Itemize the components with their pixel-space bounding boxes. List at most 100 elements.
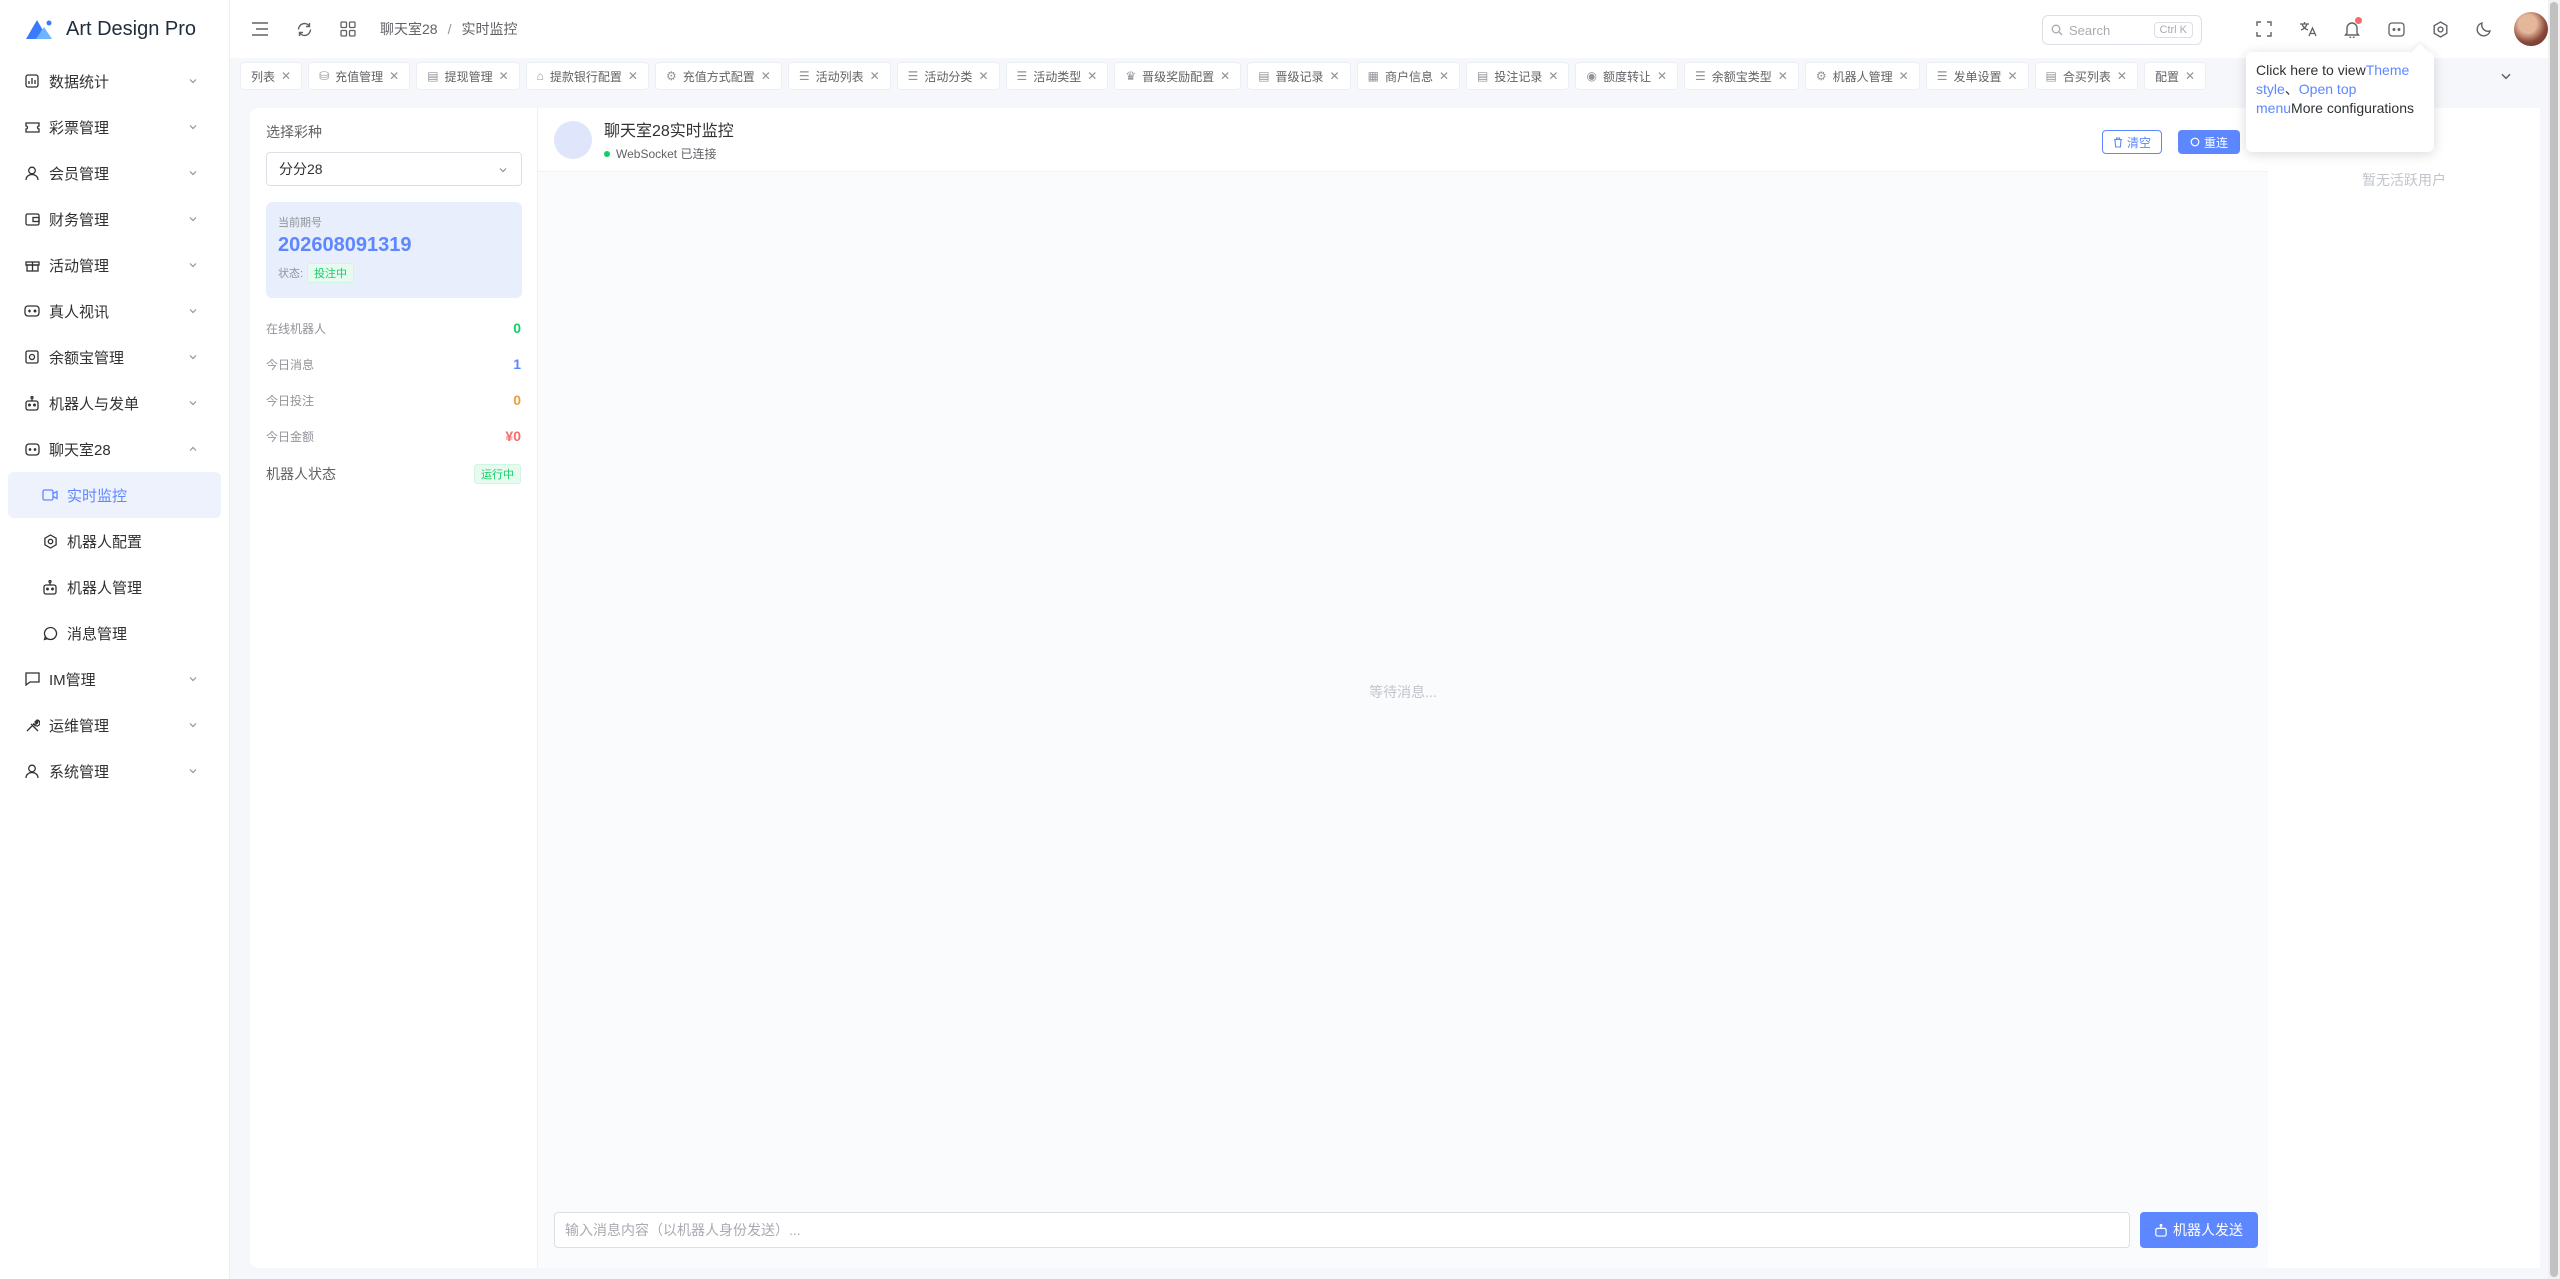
robot-status-label: 机器人状态 xyxy=(266,466,336,482)
moon-icon xyxy=(2476,21,2492,37)
sidebar-item-chatroom28[interactable]: 聊天室28 xyxy=(8,426,221,472)
tab-item[interactable]: ☰ 活动分类 ✕ xyxy=(896,62,1000,90)
refresh-button[interactable] xyxy=(282,7,326,51)
sidebar-item-message-manage[interactable]: 消息管理 xyxy=(8,610,221,656)
tab-item[interactable]: ☰ 发单设置 ✕ xyxy=(1925,62,2029,90)
sidebar-item-im[interactable]: IM管理 xyxy=(8,656,221,702)
tabs-more-button[interactable] xyxy=(2492,62,2520,90)
close-icon[interactable]: ✕ xyxy=(1778,69,1788,83)
chat-icon xyxy=(24,441,40,457)
user-avatar[interactable] xyxy=(2514,12,2548,46)
apps-button[interactable] xyxy=(326,7,370,51)
sidebar-item-label: 实时监控 xyxy=(67,487,128,505)
sidebar-item-lottery[interactable]: 彩票管理 xyxy=(8,104,221,150)
chevron-down-icon xyxy=(189,79,197,84)
connected-dot-icon xyxy=(604,150,610,157)
tab-item[interactable]: 配置 ✕ xyxy=(2143,62,2207,90)
clear-label: 清空 xyxy=(2127,135,2152,150)
menu-toggle-button[interactable] xyxy=(238,7,282,51)
reconnect-button[interactable]: 重连 xyxy=(2178,130,2241,154)
sidebar-item-system[interactable]: 系统管理 xyxy=(8,748,221,794)
lottery-select[interactable]: 分分28 xyxy=(266,152,522,186)
breadcrumb-item[interactable]: 聊天室28 xyxy=(380,19,438,39)
tab-item[interactable]: ⚙ 充值方式配置 ✕ xyxy=(654,62,782,90)
tab-icon: ▤ xyxy=(1258,69,1270,83)
close-icon[interactable]: ✕ xyxy=(1087,69,1097,83)
close-icon[interactable]: ✕ xyxy=(628,69,638,83)
sidebar-item-robot-manage[interactable]: 机器人管理 xyxy=(8,564,221,610)
close-icon[interactable]: ✕ xyxy=(761,69,771,83)
close-icon[interactable]: ✕ xyxy=(1439,69,1449,83)
lottery-select-value: 分分28 xyxy=(279,161,323,177)
grid-icon xyxy=(340,21,356,37)
sidebar-item-robot-config[interactable]: 机器人配置 xyxy=(8,518,221,564)
clear-button[interactable]: 清空 xyxy=(2102,130,2163,154)
close-icon[interactable]: ✕ xyxy=(389,69,399,83)
sidebar-item-stats[interactable]: 数据统计 xyxy=(8,58,221,104)
tab-item[interactable]: ☰ 活动列表 ✕ xyxy=(787,62,891,90)
tabs-bar: 列表 ✕ ⛁ 充值管理 ✕ ▤ 提现管理 ✕ ⌂ 提款银行配置 ✕ ⚙ 充值方式配置 ✕ ☰ 活动列表 ✕ ☰ 活动… xyxy=(230,58,2560,94)
fullscreen-button[interactable] xyxy=(2242,7,2286,51)
sidebar-item-ops[interactable]: 运维管理 xyxy=(8,702,221,748)
tab-item[interactable]: ⌂ 提款银行配置 ✕ xyxy=(525,62,649,90)
close-icon[interactable]: ✕ xyxy=(1657,69,1667,83)
tab-icon: ◉ xyxy=(1586,69,1597,83)
close-icon[interactable]: ✕ xyxy=(2117,69,2127,83)
tab-item[interactable]: ▤ 合买列表 ✕ xyxy=(2034,62,2138,90)
settings-button[interactable] xyxy=(2418,7,2462,51)
message-input[interactable] xyxy=(554,1212,2130,1248)
tab-item[interactable]: ▤ 投注记录 ✕ xyxy=(1466,62,1570,90)
close-icon[interactable]: ✕ xyxy=(978,69,988,83)
close-icon[interactable]: ✕ xyxy=(1548,69,1558,83)
sidebar-item-members[interactable]: 会员管理 xyxy=(8,150,221,196)
page-scrollbar[interactable] xyxy=(2548,0,2560,1279)
chevron-down-icon xyxy=(189,171,197,176)
chat-button[interactable] xyxy=(2374,7,2418,51)
menu-fold-icon xyxy=(252,22,268,36)
close-icon[interactable]: ✕ xyxy=(1220,69,1230,83)
sidebar-item-robots-orders[interactable]: 机器人与发单 xyxy=(8,380,221,426)
tab-item[interactable]: ⚙ 机器人管理 ✕ xyxy=(1804,62,1920,90)
sidebar-item-balance-treasure[interactable]: 余额宝管理 xyxy=(8,334,221,380)
tab-item[interactable]: ☰ 活动类型 ✕ xyxy=(1005,62,1109,90)
status-label: 状态: xyxy=(278,268,304,280)
scrollbar-thumb[interactable] xyxy=(2550,2,2558,1277)
dark-mode-button[interactable] xyxy=(2462,7,2506,51)
sidebar-item-activities[interactable]: 活动管理 xyxy=(8,242,221,288)
gamepad-icon xyxy=(24,303,40,319)
robot-send-button[interactable]: 机器人发送 xyxy=(2140,1212,2258,1248)
notifications-button[interactable] xyxy=(2330,7,2374,51)
breadcrumb: 聊天室28 / 实时监控 xyxy=(380,19,517,39)
tab-item[interactable]: ☰ 余额宝类型 ✕ xyxy=(1684,62,1799,90)
tab-label: 活动列表 xyxy=(815,69,864,84)
close-icon[interactable]: ✕ xyxy=(2185,69,2195,83)
period-number: 202608091319 xyxy=(278,234,412,256)
sidebar-item-finance[interactable]: 财务管理 xyxy=(8,196,221,242)
close-icon[interactable]: ✕ xyxy=(870,69,880,83)
today-stats: 在线机器人 0 今日消息 1 今日投注 0 今日金额 ¥0 xyxy=(266,310,521,454)
tab-item[interactable]: ▤ 提现管理 ✕ xyxy=(416,62,520,90)
close-icon[interactable]: ✕ xyxy=(1330,69,1340,83)
close-icon[interactable]: ✕ xyxy=(499,69,509,83)
tab-item[interactable]: ▦ 商户信息 ✕ xyxy=(1356,62,1461,90)
sidebar-item-realtime-monitor[interactable]: 实时监控 xyxy=(8,472,221,518)
gear-icon xyxy=(42,533,58,549)
sidebar-item-label: 会员管理 xyxy=(49,165,110,183)
close-icon[interactable]: ✕ xyxy=(1899,69,1909,83)
search-box[interactable]: Search Ctrl K xyxy=(2042,15,2202,45)
message-icon xyxy=(42,625,58,641)
tab-item[interactable]: ⛁ 充值管理 ✕ xyxy=(308,62,411,90)
logo[interactable]: Art Design Pro xyxy=(0,0,229,58)
close-icon[interactable]: ✕ xyxy=(2007,69,2017,83)
tab-item[interactable]: ♛ 晋级奖励配置 ✕ xyxy=(1114,62,1242,90)
language-button[interactable] xyxy=(2286,7,2330,51)
close-icon[interactable]: ✕ xyxy=(281,69,291,83)
tab-item[interactable]: 列表 ✕ xyxy=(240,62,303,90)
tab-item[interactable]: ▤ 晋级记录 ✕ xyxy=(1247,62,1351,90)
sidebar-item-live-video[interactable]: 真人视讯 xyxy=(8,288,221,334)
logo-icon xyxy=(26,20,52,39)
tab-label: 配置 xyxy=(2154,69,2179,84)
stat-value: 0 xyxy=(513,392,521,408)
trash-icon xyxy=(2114,136,2122,148)
tab-item[interactable]: ◉ 额度转让 ✕ xyxy=(1575,62,1679,90)
